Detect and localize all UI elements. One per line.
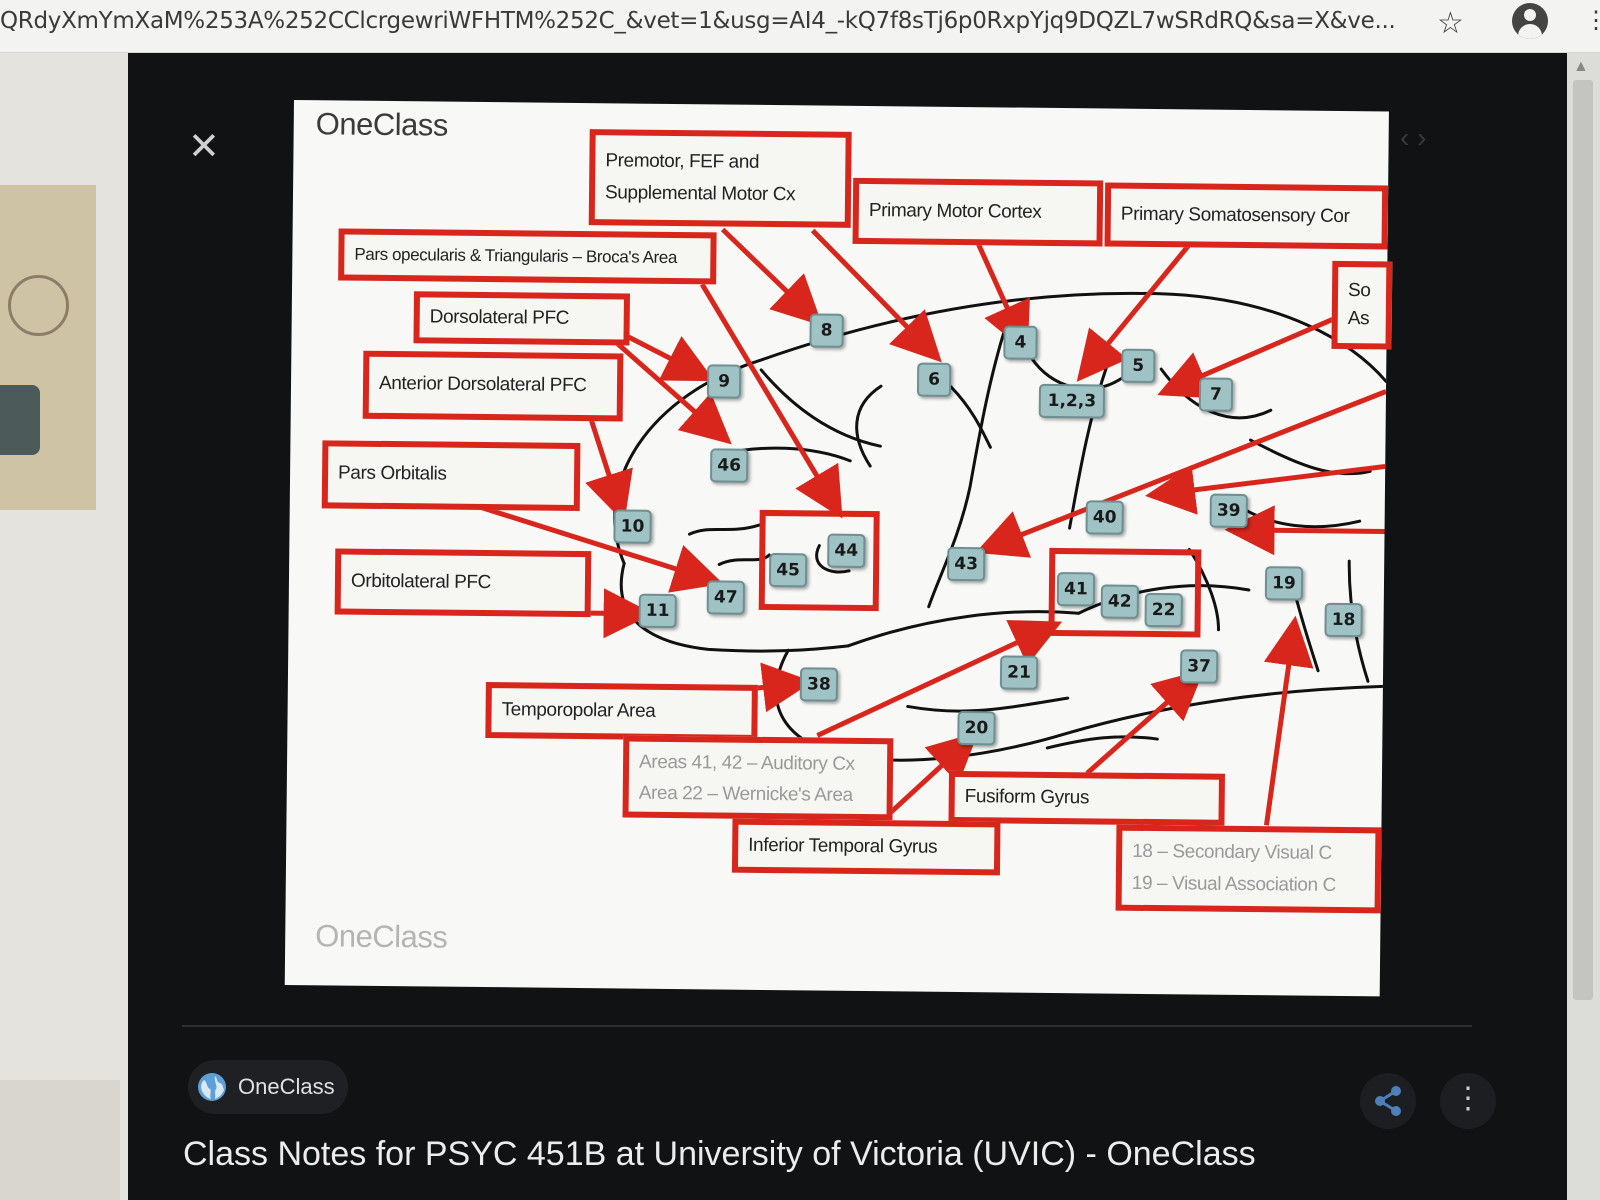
browser-menu-icon[interactable]: ⋮: [1584, 6, 1600, 35]
brodmann-area-19: 19: [1264, 566, 1304, 601]
brodmann-area-44: 44: [827, 533, 866, 569]
label-temporopolar: Temporopolar Area: [485, 682, 758, 741]
oneclass-logo-top: OneClass: [315, 106, 449, 143]
brodmann-area-41: 41: [1056, 572, 1096, 607]
brodmann-area-21: 21: [999, 655, 1039, 690]
brodmann-area-18: 18: [1324, 602, 1363, 638]
label-anterior-dorsolateral-pfc: Anterior Dorsolateral PFC: [362, 350, 624, 422]
brodmann-area-5: 5: [1121, 348, 1156, 384]
brodmann-area-1-2-3: 1,2,3: [1038, 383, 1106, 419]
more-options-icon[interactable]: ⋮: [1440, 1073, 1496, 1129]
address-bar[interactable]: QRdyXmYmXaM%253A%252CClcrgewriWFHTM%252C…: [0, 0, 1600, 53]
label-premotor-line2: Supplemental Motor Cx: [604, 182, 796, 206]
image-nav-arrows[interactable]: ‹ ›: [1400, 122, 1426, 154]
brodmann-area-46: 46: [710, 448, 749, 483]
brodmann-area-9: 9: [706, 364, 742, 399]
brodmann-area-20: 20: [957, 710, 996, 746]
brodmann-area-47: 47: [706, 580, 745, 615]
viewer-divider: [182, 1025, 1472, 1027]
source-chip[interactable]: OneClass: [188, 1060, 348, 1114]
label-fusiform-gyrus: Fusiform Gyrus: [948, 770, 1225, 826]
brodmann-area-6: 6: [916, 362, 952, 397]
label-somatosensory-association: So As: [1331, 260, 1393, 350]
brodmann-area-39: 39: [1209, 493, 1248, 529]
label-somato-assoc-line2: As: [1347, 308, 1370, 330]
diagram-image[interactable]: OneClass OneClass Premotor, FEF and Supp…: [284, 100, 1393, 997]
label-pars-orbitalis: Pars Orbitalis: [321, 440, 581, 512]
label-primary-motor-cortex: Primary Motor Cortex: [852, 177, 1104, 247]
brodmann-area-11: 11: [638, 593, 677, 629]
brodmann-area-40: 40: [1085, 500, 1124, 535]
scroll-up-icon[interactable]: ▲: [1573, 58, 1589, 76]
share-button[interactable]: [1360, 1073, 1416, 1129]
brodmann-area-22: 22: [1144, 592, 1183, 628]
label-visual-line1: 18 – Secondary Visual C: [1132, 840, 1332, 864]
brodmann-area-37: 37: [1179, 649, 1219, 684]
background-thumbnail[interactable]: [0, 185, 96, 510]
bookmark-star-icon[interactable]: ☆: [1437, 6, 1464, 41]
brodmann-area-38: 38: [799, 667, 839, 702]
label-auditory-wernicke: Areas 41, 42 – Auditory Cx Area 22 – Wer…: [622, 735, 894, 821]
url-text[interactable]: QRdyXmYmXaM%253A%252CClcrgewriWFHTM%252C…: [0, 8, 1405, 34]
label-premotor: Premotor, FEF and Supplemental Motor Cx: [588, 129, 852, 228]
account-icon[interactable]: [1512, 3, 1548, 39]
brodmann-area-42: 42: [1100, 584, 1139, 619]
label-auditory-line1: Areas 41, 42 – Auditory Cx: [638, 751, 855, 775]
brodmann-area-43: 43: [947, 546, 986, 582]
brodmann-area-10: 10: [613, 509, 652, 544]
close-icon[interactable]: ✕: [188, 124, 220, 169]
label-visual-cortex: 18 – Secondary Visual C 19 – Visual Asso…: [1115, 824, 1382, 914]
label-orbitolateral-pfc: Orbitolateral PFC: [334, 548, 592, 618]
label-visual-line2: 19 – Visual Association C: [1131, 872, 1337, 896]
share-icon: [1375, 1086, 1401, 1116]
source-name: OneClass: [238, 1074, 335, 1099]
label-wernicke-line2: Area 22 – Wernicke's Area: [638, 782, 853, 806]
label-primary-somatosensory: Primary Somatosensory Cor: [1104, 182, 1389, 250]
brodmann-area-4: 4: [1003, 325, 1038, 360]
label-broca: Pars opecularis & Triangularis – Broca's…: [338, 228, 717, 285]
oneclass-watermark: OneClass: [315, 918, 448, 955]
background-thumbnail-lower[interactable]: [0, 1080, 120, 1200]
label-inferior-temporal-gyrus: Inferior Temporal Gyrus: [731, 818, 1001, 876]
brodmann-area-7: 7: [1198, 377, 1234, 412]
image-caption-link[interactable]: Class Notes for PSYC 451B at University …: [183, 1135, 1256, 1174]
brodmann-area-8: 8: [809, 313, 844, 348]
label-somato-assoc-line1: So: [1347, 280, 1371, 302]
label-premotor-line1: Premotor, FEF and: [605, 150, 760, 173]
globe-icon: [198, 1073, 226, 1101]
label-dorsolateral-pfc: Dorsolateral PFC: [413, 291, 630, 346]
scrollbar-thumb[interactable]: [1573, 80, 1593, 1000]
brodmann-area-45: 45: [768, 553, 808, 588]
